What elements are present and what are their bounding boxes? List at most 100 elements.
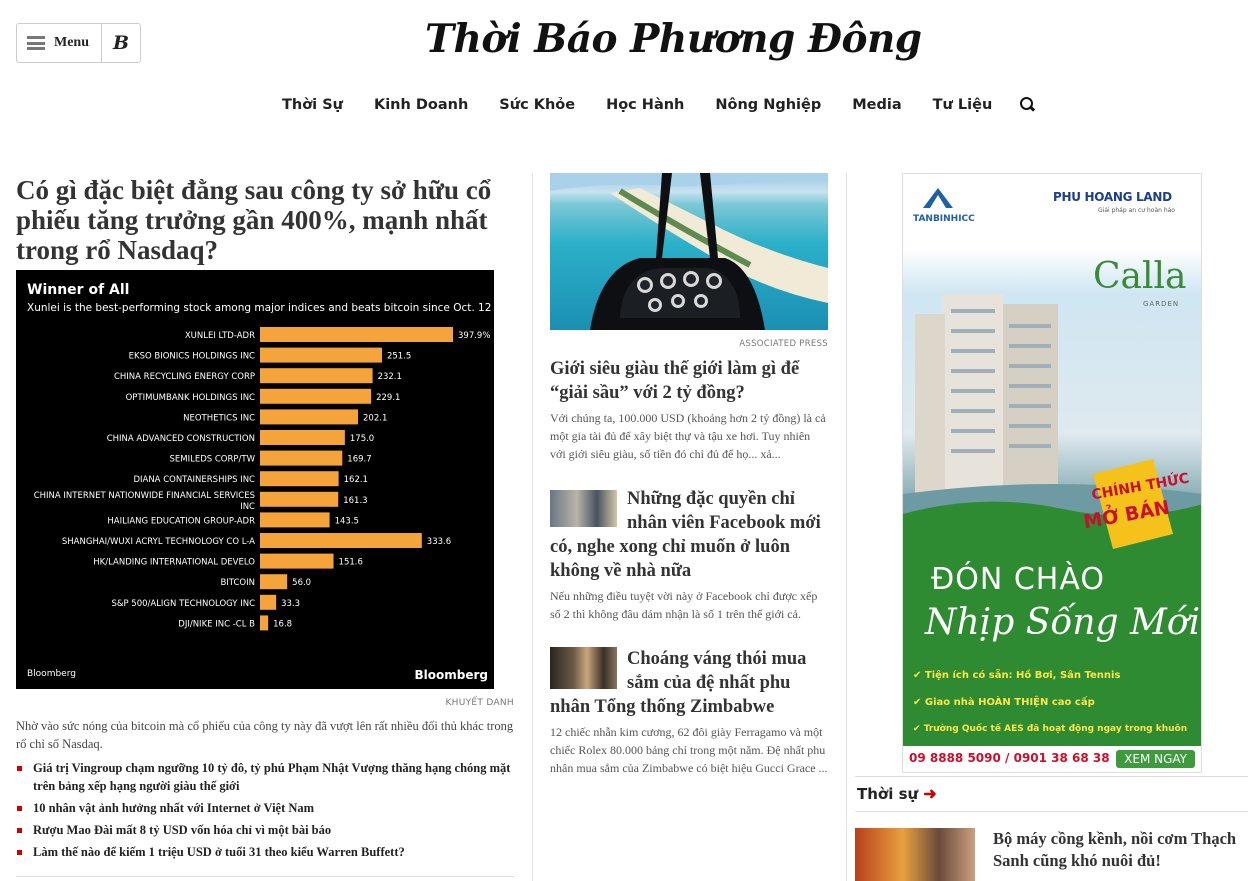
search-icon[interactable] [1019,97,1035,113]
nav-item-thoi-su[interactable]: Thời Sự [282,97,343,113]
section-header: Thời sự ➜ [855,776,1248,812]
section-story: Bộ máy cồng kềnh, nồi cơm Thạch Sanh cũn… [855,828,1248,881]
chart-value-label: 33.3 [281,599,300,609]
chart-bar [260,327,453,342]
story-summary: Với chúng ta, 100.000 USD (khoảng hơn 2 … [550,411,826,461]
chart-bar [260,347,382,363]
chart-value-label: 143.5 [335,516,359,526]
chart-category-label: CHINA RECYCLING ENERGY CORP [114,372,255,382]
chart-bar [260,615,269,631]
chart-value-label: 16.8 [273,619,292,629]
chart-category-label: EKSO BIONICS HOLDINGS INC [129,352,255,362]
chart-category-label: S&P 500/ALIGN TECHNOLOGY INC [111,599,255,609]
main-nav: Thời Sự Kinh Doanh Sức Khỏe Học Hành Nôn… [282,97,1035,113]
story-item: Những đặc quyền chỉ nhân viên Facebook m… [550,487,828,623]
chart-category-label: HAILIANG EDUCATION GROUP-ADR [107,516,255,526]
nav-item-hoc-hanh[interactable]: Học Hành [606,97,684,113]
lead-summary: Nhờ vào sức nóng của bitcoin mà cổ phiếu… [16,719,514,751]
column-divider [846,173,847,881]
b-button[interactable]: B [102,32,140,54]
ad-bullet: ✔ Giao nhà HOÀN THIỆN cao cấp [913,697,1095,708]
chart-value-label: 333.6 [427,537,451,547]
story-thumbnail[interactable] [550,647,617,689]
chart-bar [260,368,373,384]
chart-value-label: 151.6 [339,558,363,568]
related-link[interactable]: 10 nhân vật ảnh hưởng nhất với Internet … [16,799,514,817]
chart-category-label: SHANGHAI/WUXI ACRYL TECHNOLOGY CO L-A [62,537,255,547]
chart-bar [260,533,422,548]
nav-item-suc-khoe[interactable]: Sức Khỏe [499,97,575,113]
nav-item-tu-lieu[interactable]: Tư Liệu [933,97,993,113]
chart-bar [260,553,334,569]
chart-category-label: BITCOIN [220,578,255,588]
ad-phone: 09 8888 5090 / 0901 38 68 38 [909,751,1110,765]
chart-value-label: 202.1 [363,413,387,423]
chart-category-label: DIANA CONTAINERSHIPS INC [133,475,255,485]
hamburger-icon [27,36,45,50]
chart-category-label: NEOTHETICS INC [183,413,255,423]
story-summary: Nếu những điều tuyệt vời này ở Facebook … [550,589,818,621]
nav-item-kinh-doanh[interactable]: Kinh Doanh [374,97,468,113]
chart-value-label: 229.1 [376,393,400,403]
chart-value-label: 232.1 [378,372,402,382]
chart-plot: XUNLEI LTD-ADR 397.9% EKSO BIONICS HOLDING… [34,327,490,631]
helicopter-beach-photo[interactable] [550,173,828,330]
chart-bar [260,388,372,404]
chart-value-label: 397.9% [458,331,490,341]
bloomberg-logo: Bloomberg [414,668,489,682]
chart-bar [260,471,339,487]
chart-bar [260,491,339,507]
bar-chart: Winner of All Xunlei is the best-perform… [16,270,494,689]
arrow-right-icon[interactable]: ➜ [923,784,936,804]
ad-footer: 09 8888 5090 / 0901 38 68 38 XEM NGAY [903,746,1201,772]
advertisement-banner[interactable]: TANBINHICC PHU HOANG LAND Giải pháp an c… [902,173,1202,773]
related-link[interactable]: Rượu Mao Đài mất 8 tỷ USD vốn hóa chỉ vì… [16,821,514,839]
chart-bar [260,450,343,466]
chart-category-label: XUNLEI LTD-ADR [185,331,255,341]
story-title[interactable]: Bộ máy cồng kềnh, nồi cơm Thạch Sanh cũn… [993,828,1248,881]
chart-category-label: CHINA ADVANCED CONSTRUCTION [107,434,255,444]
nav-item-media[interactable]: Media [852,97,901,113]
chart-footer: Bloomberg [27,669,76,679]
ad-bullet: ✔ Tiện ích có sẵn: Hồ Bơi, Sân Tennis [913,670,1121,681]
chart-bar [260,409,359,425]
related-link[interactable]: Giá trị Vingroup chạm ngưỡng 10 tỷ đô, t… [16,759,514,795]
lead-story: Có gì đặc biệt đằng sau công ty sở hữu c… [16,175,514,865]
story-item: Choáng váng thói mua sắm của đệ nhất phu… [550,647,828,777]
story-title[interactable]: Giới siêu giàu thế giới làm gì để “giải … [550,357,828,405]
story-summary: 12 chiếc nhẫn kim cương, 62 đôi giày Fer… [550,725,828,775]
column-divider [532,173,533,881]
ad-greeting: ĐÓN CHÀO [931,562,1105,597]
nav-item-nong-nghiep[interactable]: Nông Nghiệp [715,97,821,113]
chart-bar [260,430,345,445]
related-list: Giá trị Vingroup chạm ngưỡng 10 tỷ đô, t… [16,759,514,861]
site-logo[interactable]: Thời Báo Phương Đông [425,16,922,72]
section-title[interactable]: Thời sự [857,785,918,803]
chart-bar [260,512,330,528]
top-controls: Menu B [16,23,141,63]
story-thumbnail[interactable] [855,828,975,881]
photo-credit: ASSOCIATED PRESS [739,339,828,349]
image-credit: KHUYẾT DANH [445,698,514,708]
chart-category-label: CHINA INTERNET NATIONWIDE FINANCIAL SERV… [34,491,255,501]
chart-value-label: 169.7 [347,455,371,465]
photo-illustration [550,173,828,330]
ad-slogan: Nhịp Sống Mới [925,602,1201,643]
menu-button[interactable]: Menu [17,24,102,62]
menu-label: Menu [54,35,89,50]
ad-cta-button[interactable]: XEM NGAY [1116,750,1195,768]
chart-value-label: 56.0 [292,578,311,588]
related-link[interactable]: Làm thế nào để kiếm 1 triệu USD ở tuổi 3… [16,843,514,861]
chart-value-label: 175.0 [350,434,374,444]
chart-bar [260,594,277,610]
story-thumbnail[interactable] [550,490,617,527]
chart-category-label: INC [240,502,255,512]
chart-category-label: OPTIMUMBANK HOLDINGS INC [126,393,255,403]
chart-category-label: DJI/NIKE INC -CL B [178,619,255,629]
lead-headline[interactable]: Có gì đặc biệt đằng sau công ty sở hữu c… [16,175,514,265]
divider [16,876,514,877]
chart-category-label: HK/LANDING INTERNATIONAL DEVELO [93,558,255,568]
chart-value-label: 161.3 [343,496,367,506]
chart-value-label: 251.5 [387,352,411,362]
chart-value-label: 162.1 [344,475,368,485]
